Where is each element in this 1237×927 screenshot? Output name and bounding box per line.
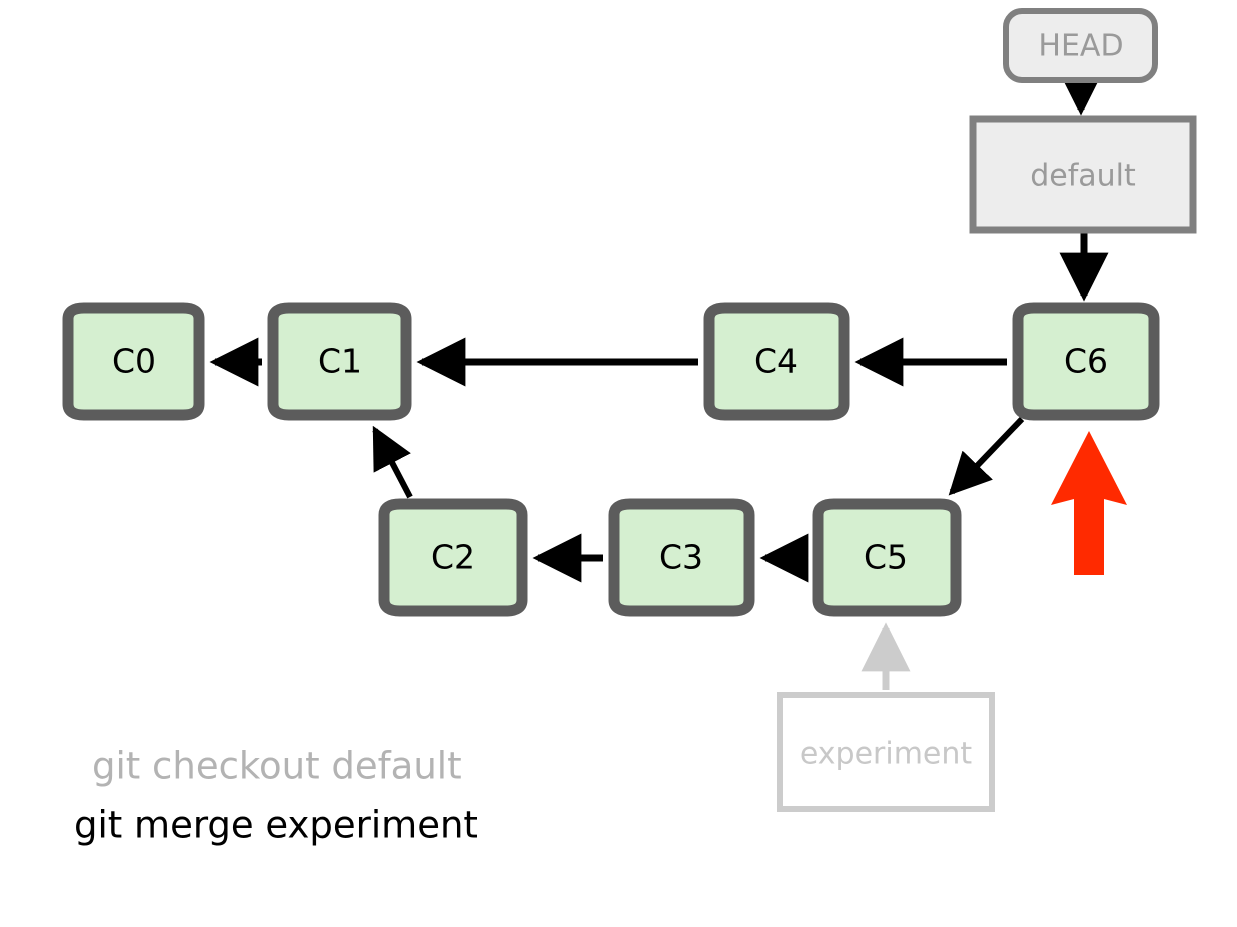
commit-node-c3[interactable]: C3 (608, 498, 755, 617)
ref-head[interactable]: HEAD (1003, 8, 1158, 83)
commit-label-c3: C3 (659, 538, 703, 577)
ref-experiment[interactable]: experiment (777, 692, 995, 812)
command-line-previous: git checkout default (92, 745, 462, 788)
commit-label-c5: C5 (864, 538, 908, 577)
commit-node-c6[interactable]: C6 (1012, 302, 1160, 421)
commit-label-c6: C6 (1064, 342, 1108, 381)
ref-default[interactable]: default (969, 115, 1197, 234)
commit-label-c1: C1 (318, 342, 362, 381)
commit-node-c0[interactable]: C0 (62, 302, 205, 421)
head-label: HEAD (1038, 29, 1123, 64)
commit-node-c2[interactable]: C2 (378, 498, 528, 617)
command-line-current: git merge experiment (74, 804, 478, 847)
git-branching-diagram: HEAD default experiment C0 C1 C2 C3 C4 C… (0, 0, 1237, 927)
commit-node-c4[interactable]: C4 (703, 302, 850, 421)
red-up-arrow-icon (1051, 431, 1127, 575)
commit-label-c2: C2 (431, 538, 475, 577)
experiment-label: experiment (800, 737, 973, 772)
commit-label-c0: C0 (112, 342, 156, 381)
commit-node-c1[interactable]: C1 (267, 302, 412, 421)
edge-c6-to-c5 (948, 416, 1025, 496)
default-label: default (1030, 159, 1136, 194)
red-arrow-shape (1051, 431, 1127, 575)
edge-c2-to-c1 (372, 425, 413, 499)
git-graph-canvas: HEAD default experiment C0 C1 C2 C3 C4 C… (62, 8, 1197, 847)
commit-node-c5[interactable]: C5 (812, 498, 962, 617)
commit-label-c4: C4 (754, 342, 798, 381)
